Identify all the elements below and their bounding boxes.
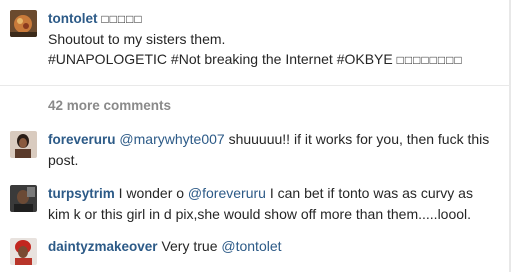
divider bbox=[0, 85, 511, 86]
commenter-avatar[interactable] bbox=[10, 238, 37, 265]
comment-text-before: Very true bbox=[157, 238, 222, 254]
comment-mention[interactable]: @tontolet bbox=[221, 238, 281, 254]
comment-username[interactable]: turpsytrim bbox=[48, 186, 115, 201]
caption-line-1: Shoutout to my sisters them. bbox=[48, 31, 226, 47]
comment-mention[interactable]: @marywhyte007 bbox=[119, 131, 224, 147]
comment-mention[interactable]: @foreveruru bbox=[188, 185, 266, 201]
comments-panel: tontolet □□□□□ Shoutout to my sisters th… bbox=[0, 0, 511, 272]
caption-avatar[interactable] bbox=[10, 10, 37, 37]
caption-username[interactable]: tontolet bbox=[48, 11, 98, 26]
more-comments-link[interactable]: 42 more comments bbox=[48, 98, 171, 113]
comment-text-before: I wonder o bbox=[114, 185, 188, 201]
commenter-avatar[interactable] bbox=[10, 131, 37, 158]
caption-text-emoji: □□□□□□□□ bbox=[396, 53, 463, 67]
comment-username[interactable]: daintyzmakeover bbox=[48, 239, 158, 254]
commenter-avatar[interactable] bbox=[10, 185, 37, 212]
caption-line-2: #UNAPOLOGETIC #Not breaking the Internet… bbox=[48, 51, 393, 67]
caption-name-emoji: □□□□□ bbox=[101, 12, 143, 26]
comment-username[interactable]: foreveruru bbox=[48, 132, 116, 147]
